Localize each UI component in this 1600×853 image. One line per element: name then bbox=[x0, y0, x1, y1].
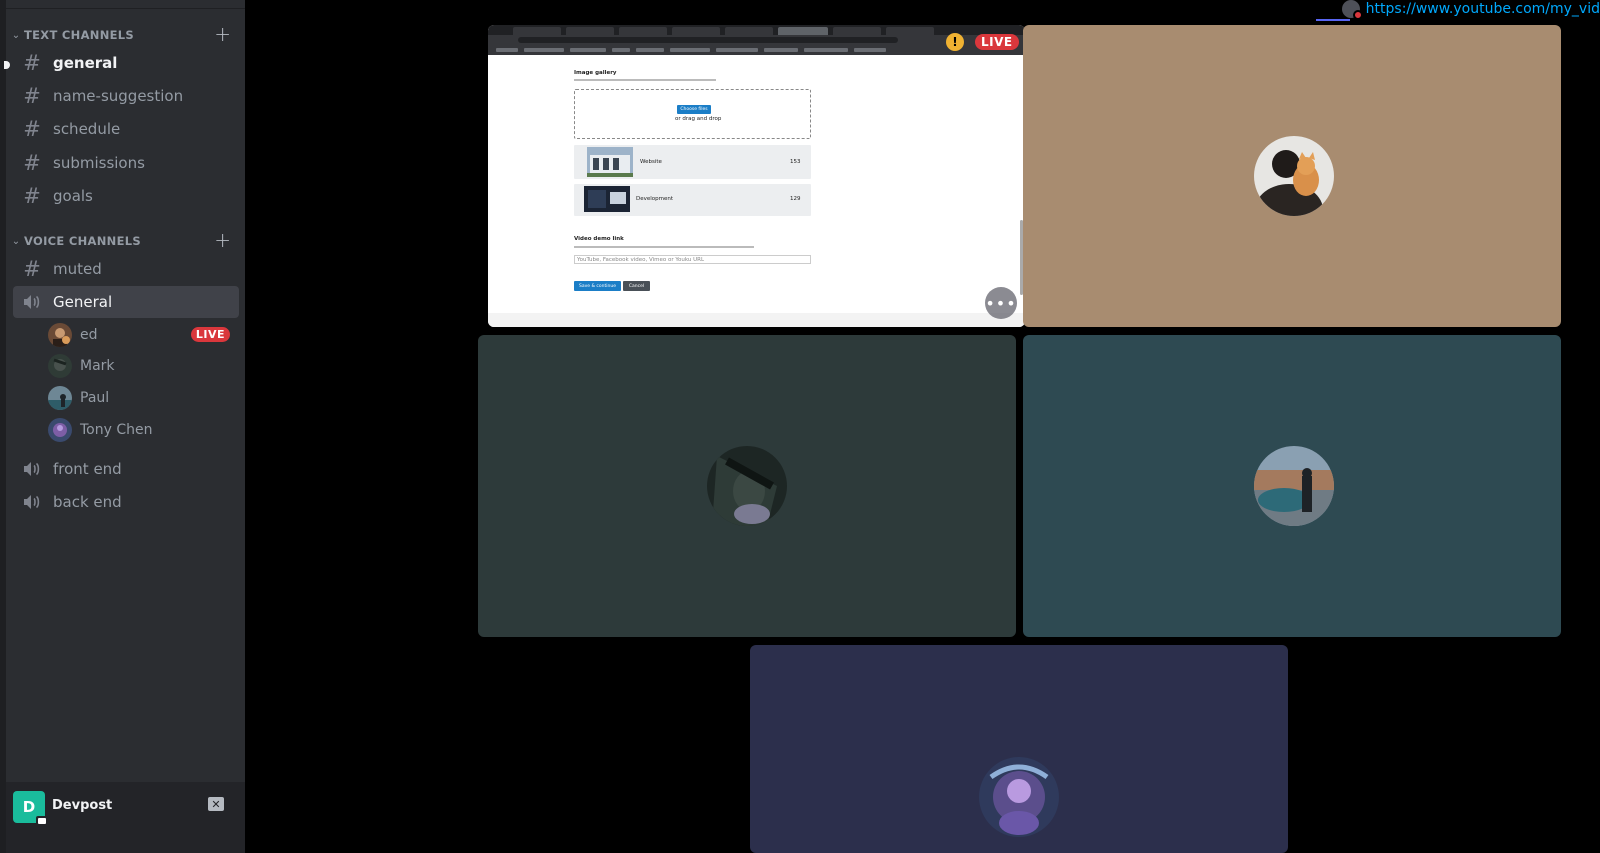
hash-icon: # bbox=[23, 51, 41, 75]
cancel-button: Cancel bbox=[623, 281, 650, 291]
url-link[interactable]: https://www.youtube.com/my_vid bbox=[1366, 1, 1600, 17]
server-initial: D bbox=[22, 798, 36, 816]
drag-drop-text: or drag and drop bbox=[675, 116, 722, 122]
shared-browser-window: Image gallery Choose files or drag and d… bbox=[488, 25, 1025, 327]
voice-user-ed[interactable]: ed LIVE bbox=[48, 321, 238, 349]
category-voice-channels[interactable]: ⌄ VOICE CHANNELS + bbox=[6, 230, 245, 251]
voice-user-paul[interactable]: Paul bbox=[48, 384, 238, 412]
status-dot bbox=[1352, 10, 1363, 20]
user-name: Tony Chen bbox=[80, 422, 153, 438]
chevron-down-icon: ⌄ bbox=[11, 29, 21, 41]
channel-name: back end bbox=[53, 493, 122, 511]
channel-general[interactable]: # general bbox=[13, 47, 239, 79]
voice-channel-back-end[interactable]: back end bbox=[13, 486, 239, 518]
save-continue-button: Save & continue bbox=[574, 281, 621, 291]
channel-name: goals bbox=[53, 187, 93, 205]
category-label: TEXT CHANNELS bbox=[24, 28, 134, 42]
avatar bbox=[48, 354, 72, 378]
tab-indicator bbox=[1316, 19, 1350, 21]
hash-icon: # bbox=[23, 151, 41, 175]
stream-link[interactable]: https://www.youtube.com/my_vid bbox=[1341, 0, 1600, 20]
server-name[interactable]: Devpost bbox=[52, 798, 112, 813]
participant-tile[interactable] bbox=[1023, 25, 1561, 327]
speaker-icon bbox=[21, 461, 43, 477]
gallery-row: Development 129 bbox=[574, 184, 811, 216]
warning-icon[interactable]: ! bbox=[946, 33, 964, 51]
voice-status-panel: D Devpost ✕ bbox=[6, 782, 245, 853]
corner-avatar bbox=[1341, 0, 1363, 20]
file-dropzone: Choose files or drag and drop bbox=[574, 89, 811, 139]
input-placeholder: YouTube, Facebook video, Vimeo or Youku … bbox=[577, 257, 705, 263]
sidebar-header-divider bbox=[6, 0, 245, 9]
hash-icon: # bbox=[23, 84, 41, 108]
channel-goals[interactable]: # goals bbox=[13, 180, 239, 212]
discord-app: ⌄ TEXT CHANNELS + # general # name-sugge… bbox=[0, 0, 1600, 853]
avatar bbox=[707, 446, 787, 526]
live-badge: LIVE bbox=[190, 327, 230, 342]
live-badge: LIVE bbox=[975, 34, 1019, 50]
gallery-item-name: Development bbox=[636, 196, 674, 202]
screen-share-tile[interactable]: Image gallery Choose files or drag and d… bbox=[488, 25, 1025, 327]
screen-share-icon bbox=[36, 816, 48, 826]
speaker-icon bbox=[21, 294, 43, 310]
participant-tile[interactable] bbox=[750, 645, 1288, 853]
bookmarks-bar bbox=[488, 45, 1025, 55]
hash-icon: # bbox=[23, 117, 41, 141]
chevron-down-icon: ⌄ bbox=[11, 235, 21, 247]
helper-text bbox=[574, 79, 716, 81]
channel-name: name-suggestion bbox=[53, 87, 184, 105]
choose-files-button: Choose files bbox=[677, 105, 711, 114]
participant-tile[interactable] bbox=[478, 335, 1016, 637]
category-text-channels[interactable]: ⌄ TEXT CHANNELS + bbox=[6, 24, 245, 45]
voice-user-mark[interactable]: Mark bbox=[48, 352, 238, 380]
avatar bbox=[1254, 136, 1334, 216]
user-name: Mark bbox=[80, 358, 115, 374]
add-channel-icon[interactable]: + bbox=[214, 230, 231, 250]
channel-name-suggestion[interactable]: # name-suggestion bbox=[13, 80, 239, 112]
add-channel-icon[interactable]: + bbox=[214, 24, 231, 44]
participant-tile[interactable] bbox=[1023, 335, 1561, 637]
channel-name: submissions bbox=[53, 154, 145, 172]
user-name: Paul bbox=[80, 390, 110, 406]
avatar bbox=[48, 386, 72, 410]
video-url-input: YouTube, Facebook video, Vimeo or Youku … bbox=[574, 255, 811, 264]
gallery-item-count: 153 bbox=[790, 159, 801, 165]
gallery-item-count: 129 bbox=[790, 196, 801, 202]
screen-disconnect-icon[interactable]: ✕ bbox=[208, 797, 224, 811]
avatar bbox=[48, 323, 72, 347]
speaker-icon bbox=[21, 494, 43, 510]
voice-stage: https://www.youtube.com/my_vid Image gal… bbox=[245, 0, 1600, 853]
voice-channel-front-end[interactable]: front end bbox=[13, 453, 239, 485]
channel-schedule[interactable]: # schedule bbox=[13, 113, 239, 145]
gallery-row: Website 153 bbox=[574, 145, 811, 179]
video-demo-label: Video demo link bbox=[574, 236, 624, 242]
browser-tab-bar bbox=[488, 25, 1025, 35]
channel-name: muted bbox=[53, 260, 102, 278]
unread-indicator bbox=[4, 61, 10, 69]
category-label: VOICE CHANNELS bbox=[24, 234, 141, 248]
server-icon[interactable]: D bbox=[13, 791, 48, 826]
voice-channel-general[interactable]: General bbox=[13, 286, 239, 318]
channel-name: general bbox=[53, 54, 118, 72]
channel-submissions[interactable]: # submissions bbox=[13, 147, 239, 179]
channel-name: General bbox=[53, 293, 113, 311]
avatar bbox=[48, 418, 72, 442]
channel-name: front end bbox=[53, 460, 122, 478]
helper-text bbox=[574, 246, 754, 248]
hash-icon: # bbox=[23, 257, 41, 281]
hash-icon: # bbox=[23, 184, 41, 208]
avatar bbox=[1254, 446, 1334, 526]
avatar bbox=[979, 757, 1059, 837]
section-title: Image gallery bbox=[574, 70, 617, 76]
user-name: ed bbox=[80, 327, 98, 343]
channel-name: schedule bbox=[53, 120, 121, 138]
channel-sidebar: ⌄ TEXT CHANNELS + # general # name-sugge… bbox=[4, 0, 245, 853]
page-footer bbox=[488, 313, 1025, 327]
voice-user-tony-chen[interactable]: Tony Chen bbox=[48, 416, 238, 444]
gallery-item-name: Website bbox=[640, 159, 662, 165]
more-options-button[interactable]: ••• bbox=[985, 287, 1017, 319]
browser-address-bar bbox=[488, 35, 1025, 45]
channel-muted[interactable]: # muted bbox=[13, 253, 239, 285]
